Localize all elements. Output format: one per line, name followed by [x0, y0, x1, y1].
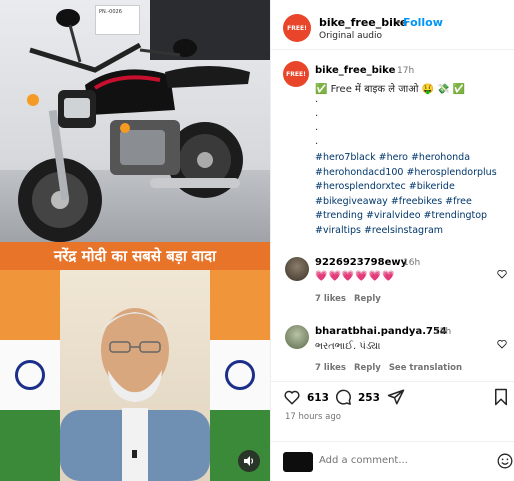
follow-button[interactable]: Follow	[403, 16, 443, 29]
reply-button[interactable]: Reply	[354, 294, 381, 304]
caption-username[interactable]: bike_free_bike	[315, 65, 395, 76]
speaker-figure	[60, 308, 210, 481]
caption-hashtags[interactable]: #hero7black #hero #herohonda #herohondac…	[315, 151, 510, 238]
motorcycle-illustration	[18, 9, 250, 242]
emoji-icon[interactable]	[497, 453, 513, 469]
mute-button[interactable]	[238, 450, 260, 472]
comment-like-icon[interactable]	[497, 339, 507, 349]
avatar-text: FREE!	[287, 24, 307, 32]
comment-like-icon[interactable]	[497, 269, 507, 279]
comment-username[interactable]: 9226923798ewy	[315, 257, 407, 268]
caption-dot: .	[315, 94, 319, 105]
speaker-icon	[244, 456, 254, 466]
comments-count[interactable]: 253	[358, 392, 380, 404]
caption-dot: .	[315, 122, 319, 133]
speaker-photo	[0, 270, 270, 481]
comments-section[interactable]: FREE! bike_free_bike 17h ✅ Free में बाइक…	[271, 51, 514, 381]
comment-meta: 7 likes Reply See translation	[315, 363, 470, 373]
comment-icon[interactable]	[334, 388, 352, 406]
comment-meta: 7 likes Reply	[315, 294, 389, 304]
instagram-post-window: PN.-0026 नरेंद्र मोदी का सबसे बड़ा वादा …	[0, 0, 514, 481]
caption-dot: .	[315, 136, 319, 147]
post-header: FREE! bike_free_bike • Follow Original a…	[271, 0, 514, 50]
comment-avatar[interactable]	[285, 257, 309, 281]
avatar-text: FREE!	[286, 70, 306, 78]
comment-text: 💗💗💗💗💗💗	[315, 271, 396, 282]
reply-button[interactable]: Reply	[354, 363, 381, 373]
comment-time: 15h	[434, 327, 452, 337]
likes-count[interactable]: 613	[307, 392, 329, 404]
caption-dot: .	[315, 108, 319, 119]
see-translation-link[interactable]: See translation	[389, 363, 462, 373]
comment-username[interactable]: bharatbhai.pandya.754	[315, 326, 447, 337]
caption-time: 17h	[397, 66, 415, 76]
caption-text: ✅ Free में बाइक ले जाओ 🤑 💸 ✅	[315, 84, 466, 95]
share-icon[interactable]	[387, 388, 405, 406]
flag-right	[210, 270, 270, 481]
add-comment-input[interactable]: Add a comment...	[319, 455, 408, 466]
like-icon[interactable]	[283, 388, 301, 406]
flag-left	[0, 270, 60, 481]
separator-dot: •	[395, 16, 402, 29]
add-comment-bar: Add a comment...	[271, 441, 514, 481]
post-timestamp: 17 hours ago	[285, 412, 341, 422]
save-bookmark-icon[interactable]	[493, 388, 509, 406]
profile-avatar[interactable]: FREE!	[283, 14, 311, 42]
comment-time: 16h	[403, 258, 421, 268]
comment-avatar[interactable]	[285, 325, 309, 349]
comment-likes[interactable]: 7 likes	[315, 363, 346, 373]
post-media[interactable]: PN.-0026 नरेंद्र मोदी का सबसे बड़ा वादा	[0, 0, 270, 481]
caption-avatar[interactable]: FREE!	[283, 61, 309, 87]
media-caption-text: नरेंद्र मोदी का सबसे बड़ा वादा	[53, 247, 217, 265]
post-actions: 613 253 17 hours ago	[271, 381, 514, 441]
audio-link[interactable]: Original audio	[319, 31, 382, 41]
media-caption-bar: नरेंद्र मोदी का सबसे बड़ा वादा	[0, 242, 270, 270]
comment-text: ભરતભાઈ. પંડ્યા	[315, 341, 381, 352]
bike-photo: PN.-0026	[0, 0, 270, 242]
redacted-user-avatar	[283, 452, 313, 472]
post-details-panel: FREE! bike_free_bike • Follow Original a…	[270, 0, 514, 481]
comment-likes[interactable]: 7 likes	[315, 294, 346, 304]
